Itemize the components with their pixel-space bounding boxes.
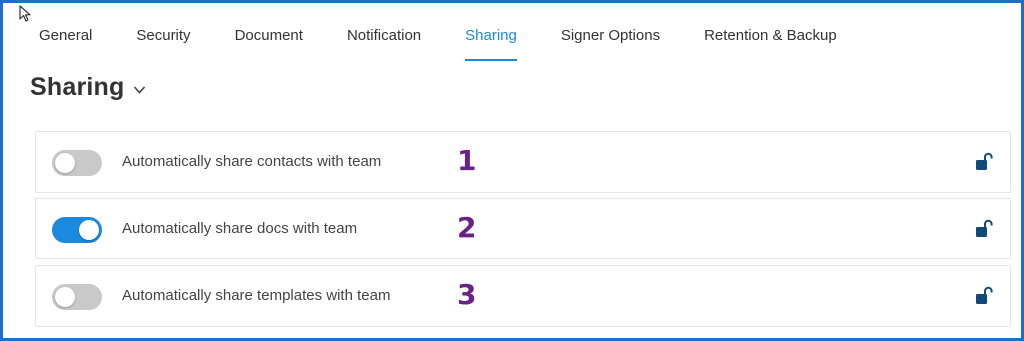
annotation-number: 3 xyxy=(457,278,477,311)
setting-row-share-docs: Automatically share docs with team 2 xyxy=(35,198,1011,259)
settings-window: General Security Document Notification S… xyxy=(0,0,1024,341)
section-heading: Sharing xyxy=(30,73,146,102)
settings-tabs: General Security Document Notification S… xyxy=(39,25,881,65)
tab-signer-options[interactable]: Signer Options xyxy=(561,25,660,61)
tab-sharing[interactable]: Sharing xyxy=(465,25,517,61)
share-docs-toggle[interactable] xyxy=(52,217,102,243)
tab-general[interactable]: General xyxy=(39,25,92,61)
unlocked-padlock-icon[interactable] xyxy=(975,152,994,172)
unlocked-padlock-icon[interactable] xyxy=(975,219,994,239)
tab-retention-backup[interactable]: Retention & Backup xyxy=(704,25,837,61)
chevron-down-icon[interactable] xyxy=(133,85,146,95)
annotation-number: 2 xyxy=(457,211,477,244)
page-title: Sharing xyxy=(30,73,125,101)
toggle-knob xyxy=(79,220,99,240)
setting-label: Automatically share docs with team xyxy=(122,220,358,237)
toggle-knob xyxy=(55,153,75,173)
mouse-pointer-icon xyxy=(19,5,31,22)
share-contacts-toggle[interactable] xyxy=(52,150,102,176)
setting-label: Automatically share contacts with team xyxy=(122,153,382,170)
setting-label: Automatically share templates with team xyxy=(122,287,391,304)
tab-notification[interactable]: Notification xyxy=(347,25,421,61)
setting-row-share-contacts: Automatically share contacts with team 1 xyxy=(35,131,1011,193)
unlocked-padlock-icon[interactable] xyxy=(975,286,994,306)
tab-document[interactable]: Document xyxy=(235,25,303,61)
toggle-knob xyxy=(55,287,75,307)
tab-security[interactable]: Security xyxy=(136,25,190,61)
setting-row-share-templates: Automatically share templates with team … xyxy=(35,265,1011,327)
annotation-number: 1 xyxy=(457,144,477,177)
share-templates-toggle[interactable] xyxy=(52,284,102,310)
